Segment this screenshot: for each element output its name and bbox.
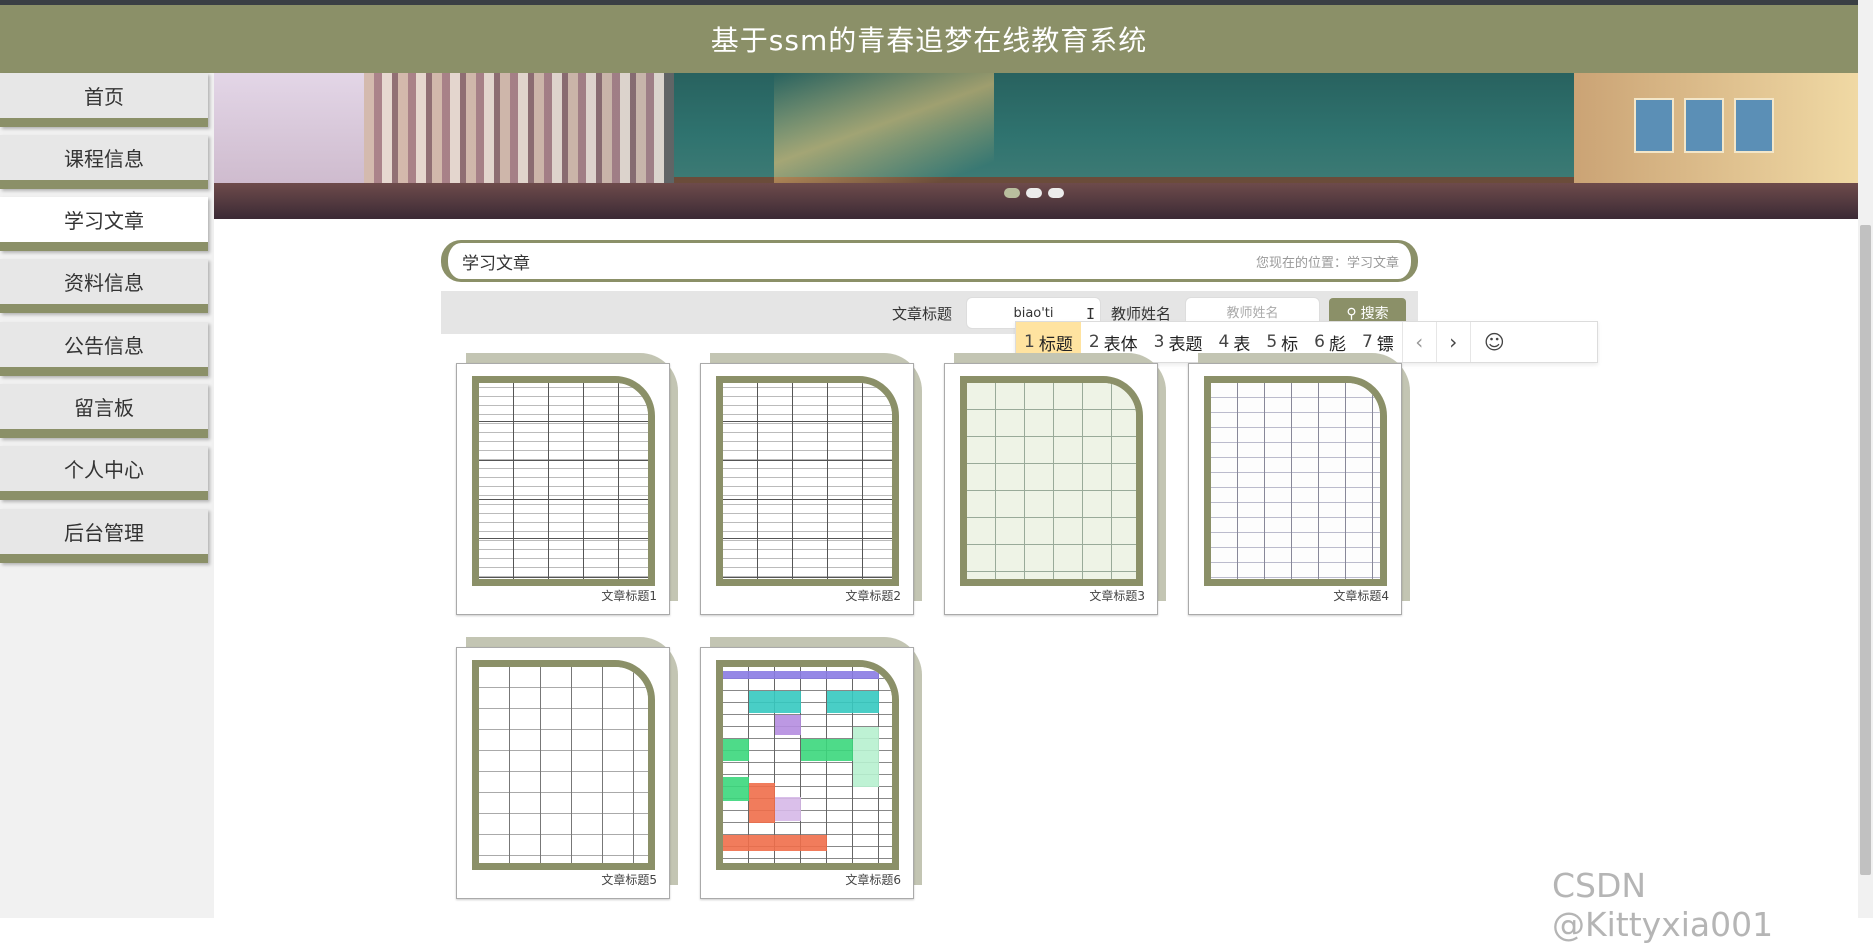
article-thumbnail [1204, 376, 1387, 586]
carousel-dot-3[interactable] [1048, 188, 1064, 198]
sidebar-item-courses[interactable]: 课程信息 [0, 135, 208, 189]
article-title: 文章标题2 [845, 589, 901, 603]
article-card[interactable]: 文章标题1 [456, 353, 681, 615]
ime-next-page-icon[interactable]: › [1435, 322, 1470, 362]
sidebar-item-admin[interactable]: 后台管理 [0, 509, 208, 563]
ime-candidate-text: 表 [1233, 334, 1251, 355]
ime-candidate-number: 6 [1314, 332, 1325, 352]
article-card[interactable]: 文章标题2 [700, 353, 925, 615]
ime-candidate-text: 标 [1281, 334, 1299, 355]
article-thumbnail [716, 660, 899, 870]
carousel-dot-1[interactable] [1004, 188, 1020, 198]
ime-candidate-text: 标题 [1038, 334, 1073, 355]
article-title: 文章标题4 [1333, 589, 1389, 603]
article-card[interactable]: 文章标题5 [456, 637, 681, 899]
sidebar-item-profile[interactable]: 个人中心 [0, 446, 208, 500]
sidebar-item-articles[interactable]: 学习文章 [0, 197, 208, 251]
article-thumbnail [960, 376, 1143, 586]
carousel-dot-2[interactable] [1026, 188, 1042, 198]
ime-candidate-number: 7 [1361, 332, 1373, 352]
breadcrumb: 学习文章 您现在的位置：学习文章 [441, 240, 1418, 282]
ime-candidate-text: 表体 [1103, 334, 1138, 355]
banner-carousel [214, 73, 1858, 219]
ime-candidate-number: 2 [1088, 332, 1100, 352]
page-title: 学习文章 [462, 253, 530, 274]
ime-candidate-number: 3 [1153, 332, 1165, 352]
ime-candidate-text: 镖 [1376, 334, 1394, 355]
ime-candidate-number: 4 [1218, 332, 1230, 352]
site-header: 基于ssm的青春追梦在线教育系统 [0, 5, 1858, 73]
article-title: 文章标题3 [1089, 589, 1145, 603]
ime-candidate-number: 5 [1266, 332, 1278, 352]
breadcrumb-location: 您现在的位置：学习文章 [1255, 255, 1399, 271]
article-card[interactable]: 文章标题3 [944, 353, 1169, 615]
article-title: 文章标题6 [845, 873, 901, 887]
article-card[interactable]: 文章标题4 [1188, 353, 1413, 615]
search-button-label: 搜索 [1360, 305, 1389, 321]
article-title: 文章标题1 [601, 589, 657, 603]
sidebar-item-announcements[interactable]: 公告信息 [0, 322, 208, 376]
ime-candidate-text: 表题 [1168, 334, 1203, 355]
article-thumbnail [716, 376, 899, 586]
sidebar-item-message-board[interactable]: 留言板 [0, 384, 208, 438]
article-thumbnail [472, 376, 655, 586]
article-title: 文章标题5 [601, 873, 657, 887]
article-card[interactable]: 文章标题6 [700, 637, 925, 899]
article-thumbnail [472, 660, 655, 870]
scrollbar-thumb[interactable] [1860, 225, 1871, 875]
sidebar-item-materials[interactable]: 资料信息 [0, 259, 208, 313]
banner-posters [1634, 98, 1774, 153]
ime-emoji-icon[interactable]: ☺ [1469, 322, 1518, 362]
title-search-label: 文章标题 [892, 305, 953, 323]
ime-candidate-text: 彪 [1328, 334, 1346, 355]
search-icon: ⚲ [1346, 304, 1357, 321]
sidebar-item-home[interactable]: 首页 [0, 73, 208, 127]
site-title: 基于ssm的青春追梦在线教育系统 [710, 24, 1148, 57]
csdn-watermark: CSDN @Kittyxia001 [1552, 866, 1774, 944]
sidebar: 首页 课程信息 学习文章 资料信息 公告信息 留言板 个人中心 后台管理 [0, 73, 214, 918]
carousel-indicators [1004, 188, 1064, 198]
ime-candidate-number: 1 [1024, 332, 1035, 352]
